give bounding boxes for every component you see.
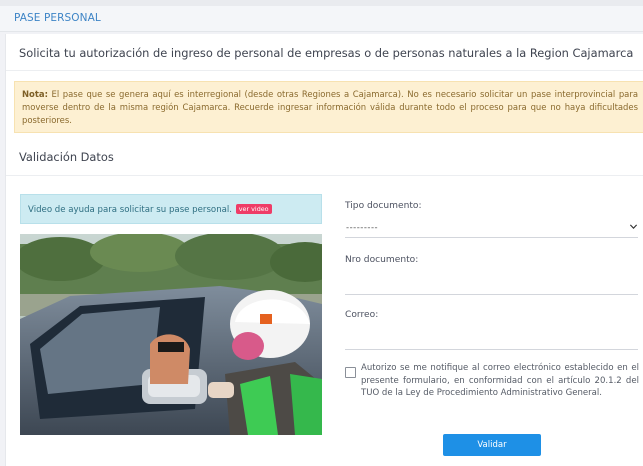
checkpoint-photo	[20, 234, 322, 435]
main-card: Solicita tu autorización de ingreso de p…	[5, 34, 643, 466]
correo-input[interactable]	[345, 349, 638, 350]
correo-label: Correo:	[345, 310, 379, 320]
page-header: PASE PERSONAL	[0, 6, 643, 32]
tipo-documento-select[interactable]: ---------	[345, 220, 638, 238]
consent-text: Autorizo se me notifique al correo elect…	[361, 363, 639, 399]
nro-documento-label: Nro documento:	[345, 255, 419, 265]
nro-documento-input[interactable]	[345, 294, 638, 295]
validar-button[interactable]: Validar	[443, 434, 541, 456]
note-alert: Nota: El pase que se genera aquí es inte…	[14, 81, 643, 133]
note-label: Nota:	[22, 89, 48, 99]
consent-checkbox[interactable]	[345, 367, 356, 378]
ver-video-button[interactable]: ver video	[235, 204, 272, 214]
divider	[6, 70, 643, 71]
section-title: Validación Datos	[19, 150, 114, 164]
card-title: Solicita tu autorización de ingreso de p…	[19, 46, 634, 60]
video-help-box: Video de ayuda para solicitar su pase pe…	[20, 194, 322, 224]
tipo-documento-value: ---------	[346, 223, 379, 233]
tipo-documento-label: Tipo documento:	[345, 201, 422, 211]
divider	[6, 175, 643, 176]
chevron-down-icon	[629, 222, 638, 234]
video-help-text: de ayuda para solicitar su pase personal…	[52, 205, 233, 215]
note-text: El pase que se genera aquí es interregio…	[22, 89, 638, 125]
video-help-strong: Video	[28, 205, 53, 215]
page-header-title: PASE PERSONAL	[14, 12, 101, 24]
